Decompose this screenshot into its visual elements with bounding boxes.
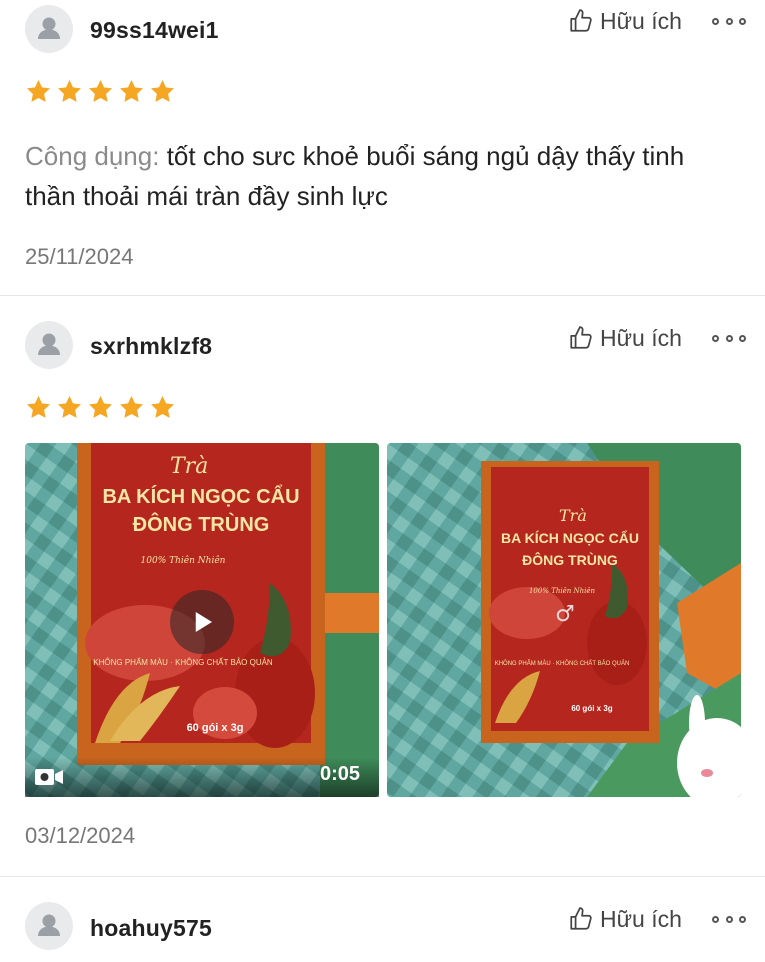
product-claims: KHÔNG PHẨM MÀU · KHÔNG CHẤT BẢO QUẢN xyxy=(495,660,630,667)
product-title-line2: ĐÔNG TRÙNG xyxy=(133,512,270,536)
user-avatar-icon[interactable] xyxy=(25,902,73,950)
star-rating xyxy=(25,78,176,105)
play-icon xyxy=(195,612,212,632)
star-icon xyxy=(25,78,52,105)
review-photo-thumbnail[interactable]: Trà BA KÍCH NGỌC CẨU ĐÔNG TRÙNG 100% Thi… xyxy=(387,443,741,797)
attribute-label: Công dụng: xyxy=(25,141,160,171)
star-icon xyxy=(56,394,83,421)
star-icon xyxy=(56,78,83,105)
star-rating xyxy=(25,394,176,421)
more-options-icon[interactable] xyxy=(712,328,746,348)
star-icon xyxy=(118,394,145,421)
product-title-line2: ĐÔNG TRÙNG xyxy=(522,551,618,568)
product-title-line1: BA KÍCH NGỌC CẨU xyxy=(501,529,639,546)
review-card: hoahuy575 Hữu ích xyxy=(0,877,765,962)
product-title-line1: BA KÍCH NGỌC CẨU xyxy=(102,485,299,508)
play-button[interactable] xyxy=(170,590,234,654)
product-script-title: Trà xyxy=(170,454,208,479)
thumbs-up-icon xyxy=(568,8,594,34)
more-options-icon[interactable] xyxy=(712,11,746,31)
more-options-icon[interactable] xyxy=(712,909,746,929)
user-avatar-icon[interactable] xyxy=(25,321,73,369)
helpful-label: Hữu ích xyxy=(600,7,682,34)
video-duration: 0:05 xyxy=(320,763,361,785)
username[interactable]: 99ss14wei1 xyxy=(90,17,219,44)
star-icon xyxy=(87,394,114,421)
svg-text:♂: ♂ xyxy=(555,602,575,627)
thumbs-up-icon xyxy=(568,325,594,351)
helpful-label: Hữu ích xyxy=(600,905,682,932)
star-icon xyxy=(87,78,114,105)
helpful-button[interactable]: Hữu ích xyxy=(568,321,682,355)
helpful-label: Hữu ích xyxy=(600,324,682,351)
star-icon xyxy=(25,394,52,421)
star-icon xyxy=(149,394,176,421)
star-icon xyxy=(118,78,145,105)
username[interactable]: hoahuy575 xyxy=(90,915,212,942)
star-icon xyxy=(149,78,176,105)
username[interactable]: sxrhmklzf8 xyxy=(90,333,212,360)
review-card: 99ss14wei1 Hữu ích Công dụng: tốt cho sư… xyxy=(0,0,765,296)
review-date: 03/12/2024 xyxy=(25,823,136,848)
review-date: 25/11/2024 xyxy=(25,244,134,269)
helpful-button[interactable]: Hữu ích xyxy=(568,902,682,936)
product-badge: 100% Thiên Nhiên xyxy=(529,587,596,595)
thumbs-up-icon xyxy=(568,906,594,932)
product-script-title: Trà xyxy=(559,506,587,525)
video-camera-icon xyxy=(35,769,63,785)
product-pack: 60 gói x 3g xyxy=(187,722,244,734)
helpful-button[interactable]: Hữu ích xyxy=(568,4,682,38)
product-claims: KHÔNG PHẨM MÀU · KHÔNG CHẤT BẢO QUẢN xyxy=(93,657,273,667)
product-pack: 60 gói x 3g xyxy=(571,704,612,713)
product-badge: 100% Thiên Nhiên xyxy=(141,555,226,566)
review-text: Công dụng: tốt cho sưc khoẻ buổi sáng ng… xyxy=(25,136,735,216)
user-avatar-icon[interactable] xyxy=(25,5,73,53)
